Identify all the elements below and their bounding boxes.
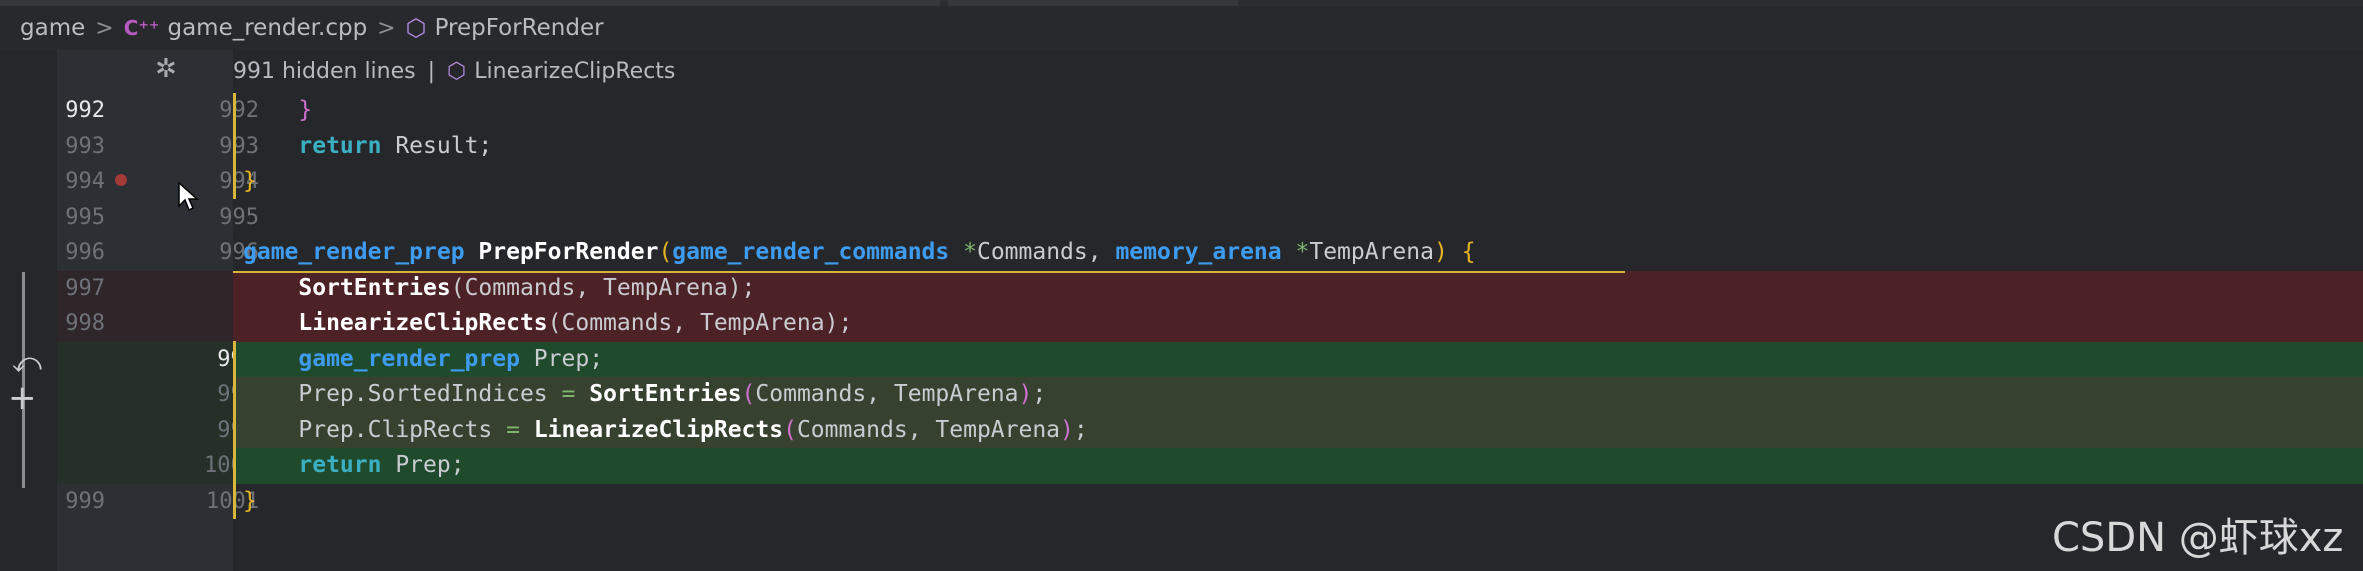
chevron-right-icon: > (377, 15, 396, 41)
added-line[interactable]: 998+ Prep.SortedIndices = SortEntries(Co… (0, 377, 2363, 413)
hidden-lines-bar[interactable]: ✲ 991 hidden lines | ⬡ LinearizeClipRects (57, 50, 2363, 92)
deleted-line[interactable]: 997− SortEntries(Commands, TempArena); (0, 270, 2363, 306)
cube-icon: ⬡ (405, 14, 427, 42)
code-text: return Prep; (298, 452, 465, 478)
cube-icon: ⬡ (447, 59, 467, 84)
code-line[interactable]: 995 995 (0, 200, 2363, 236)
code-text: SortEntries(Commands, TempArena); (298, 274, 756, 301)
breadcrumb: game > C⁺⁺ game_render.cpp > ⬡ PrepForRe… (0, 6, 2363, 50)
code-text: } (243, 97, 313, 123)
breadcrumb-item-folder[interactable]: game (20, 15, 85, 41)
line-number-old: 996 (65, 240, 105, 265)
chevron-right-icon: > (95, 15, 114, 41)
scope-indicator (233, 341, 236, 519)
code-text: Prep.SortedIndices = SortEntries(Command… (298, 381, 1047, 407)
line-number-old: 998 (65, 311, 105, 336)
line-number-old: 994 (65, 169, 105, 194)
deleted-line[interactable]: 998− LinearizeClipRects(Commands, TempAr… (0, 306, 2363, 342)
breadcrumb-item-file[interactable]: game_render.cpp (167, 15, 367, 41)
code-text: Prep.ClipRects = LinearizeClipRects(Comm… (298, 416, 1088, 443)
code-text: } (243, 487, 257, 514)
line-number-old: 993 (65, 133, 105, 159)
watermark-text: CSDN @虾球xz (2052, 515, 2344, 561)
line-number-old: 999 (65, 488, 105, 514)
cpp-file-icon: C⁺⁺ (123, 16, 160, 40)
scope-underline (233, 271, 1625, 273)
hidden-lines-text[interactable]: 991 hidden lines | ⬡ LinearizeClipRects (233, 59, 675, 84)
code-line[interactable]: 9991001 } (0, 484, 2363, 520)
mouse-cursor-icon (178, 182, 199, 212)
code-text: } (243, 168, 257, 194)
revert-icon[interactable]: ⤺ (12, 346, 42, 380)
code-line[interactable]: 996 996 game_render_prep PrepForRender(ga… (0, 235, 2363, 271)
code-line[interactable]: 992 992 } (0, 93, 2363, 129)
line-number-old: 995 (65, 204, 105, 230)
breakpoint-icon[interactable] (115, 174, 127, 186)
line-number-old: 992 (65, 98, 105, 123)
added-line[interactable]: 999+ Prep.ClipRects = LinearizeClipRects… (0, 412, 2363, 448)
code-text: game_render_prep PrepForRender(game_rend… (243, 239, 1476, 265)
added-line[interactable]: 997+ game_render_prep Prep; (0, 341, 2363, 377)
unfold-icon[interactable]: ✲ (155, 54, 177, 84)
code-text: LinearizeClipRects(Commands, TempArena); (298, 310, 853, 336)
code-text: game_render_prep Prep; (298, 345, 604, 372)
breadcrumb-item-symbol[interactable]: PrepForRender (435, 15, 604, 41)
code-text: return Result; (298, 132, 493, 159)
code-line[interactable]: 994 994 } (0, 164, 2363, 200)
line-number-old: 997 (65, 275, 105, 301)
added-line[interactable]: 1000+ return Prep; (0, 448, 2363, 484)
code-line[interactable]: 993 993 return Result; (0, 129, 2363, 165)
stage-plus-icon[interactable]: + (8, 378, 37, 418)
scope-indicator (233, 93, 236, 199)
